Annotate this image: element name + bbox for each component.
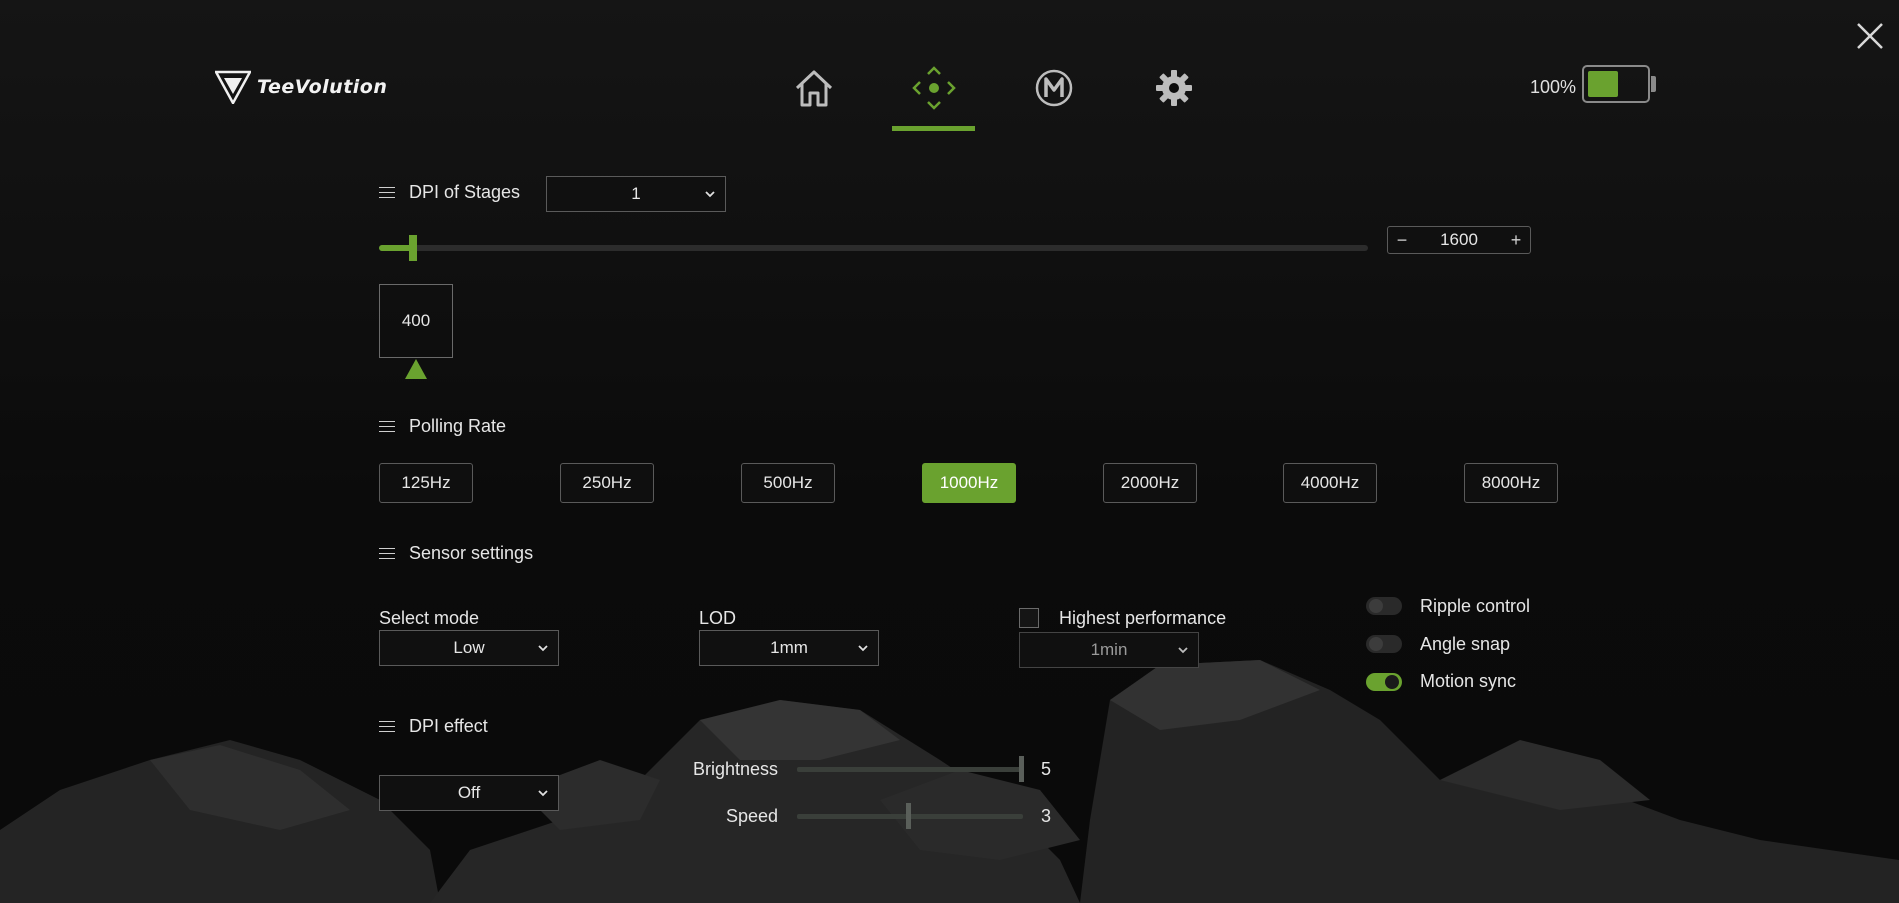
brightness-value: 5 (1041, 759, 1052, 779)
polling-option-8000[interactable]: 8000Hz (1464, 463, 1558, 503)
chevron-down-icon (705, 191, 715, 198)
battery-percent: 100% (1530, 77, 1577, 97)
dpi-effect-select[interactable]: Off (379, 775, 559, 811)
highest-performance-select[interactable]: 1min (1019, 632, 1199, 668)
dpi-slider-fill (379, 245, 413, 251)
polling-option-4000[interactable]: 4000Hz (1283, 463, 1377, 503)
nav-macro[interactable] (1028, 62, 1080, 114)
dpi-stages-value: 1 (631, 184, 641, 203)
speed-label: Speed (726, 806, 779, 826)
list-icon (379, 420, 395, 433)
highest-performance-label: Highest performance (1059, 608, 1227, 628)
angle-snap-label: Angle snap (1420, 634, 1511, 654)
nav-settings[interactable] (1148, 62, 1200, 114)
dpi-value[interactable]: 1600 (1440, 230, 1478, 250)
chevron-down-icon (538, 790, 548, 797)
dpi-decrement-button[interactable]: − (1388, 230, 1416, 251)
dpi-stage-1[interactable]: 400 (379, 284, 453, 358)
dpi-stages-header: DPI of Stages (379, 182, 520, 203)
nav-active-indicator (892, 126, 975, 131)
polling-option-1000[interactable]: 1000Hz (922, 463, 1016, 503)
close-icon[interactable] (1856, 22, 1884, 50)
battery-level-fill (1588, 71, 1618, 97)
battery-cap (1651, 76, 1656, 92)
lod-select[interactable]: 1mm (699, 630, 879, 666)
chevron-down-icon (1178, 647, 1188, 654)
ripple-control-toggle[interactable] (1366, 597, 1402, 615)
list-icon (379, 720, 395, 733)
dpi-effect-title: DPI effect (409, 716, 488, 736)
polling-option-2000[interactable]: 2000Hz (1103, 463, 1197, 503)
dpi-stages-select[interactable]: 1 (546, 176, 726, 212)
polling-title: Polling Rate (409, 416, 507, 436)
sensor-title: Sensor settings (409, 543, 534, 563)
brightness-label: Brightness (693, 759, 779, 779)
dpi-increment-button[interactable]: + (1502, 230, 1530, 251)
polling-option-125[interactable]: 125Hz (379, 463, 473, 503)
mode-select[interactable]: Low (379, 630, 559, 666)
polling-option-250[interactable]: 250Hz (560, 463, 654, 503)
dpi-effect-header: DPI effect (379, 716, 488, 737)
dpi-stepper: − 1600 + (1387, 226, 1531, 254)
stage-indicator-arrow (405, 359, 427, 379)
brightness-slider-track[interactable] (797, 767, 1023, 772)
nav-home[interactable] (788, 62, 840, 114)
chevron-down-icon (858, 645, 868, 652)
lod-label: LOD (699, 608, 737, 628)
brand-logo: TeeVolution (215, 70, 387, 104)
mode-label: Select mode (379, 608, 480, 628)
sensor-header: Sensor settings (379, 543, 533, 564)
dpi-slider-track[interactable] (379, 245, 1368, 251)
logo-emblem-icon (215, 70, 251, 104)
highest-performance-checkbox[interactable] (1019, 608, 1039, 628)
lod-value: 1mm (770, 638, 808, 657)
gear-icon (1156, 70, 1192, 106)
list-icon (379, 186, 395, 199)
motion-sync-toggle[interactable] (1366, 673, 1402, 691)
chevron-down-icon (538, 645, 548, 652)
battery-icon (1582, 65, 1650, 103)
home-icon (795, 70, 833, 107)
polling-option-500[interactable]: 500Hz (741, 463, 835, 503)
dpi-stages-title: DPI of Stages (409, 182, 521, 202)
polling-header: Polling Rate (379, 416, 506, 437)
mode-value: Low (453, 638, 485, 657)
highest-performance-value: 1min (1090, 640, 1128, 659)
angle-snap-toggle[interactable] (1366, 635, 1402, 653)
brand-name: TeeVolution (257, 76, 388, 98)
motion-sync-label: Motion sync (1420, 671, 1517, 691)
list-icon (379, 547, 395, 560)
brightness-slider-thumb[interactable] (1019, 756, 1024, 782)
ripple-control-label: Ripple control (1420, 596, 1531, 616)
nav-dpi[interactable] (908, 62, 960, 114)
dpi-effect-value: Off (457, 783, 481, 802)
speed-value: 3 (1041, 806, 1052, 826)
speed-slider-thumb[interactable] (906, 803, 911, 829)
dpi-slider-thumb[interactable] (409, 235, 417, 261)
macro-m-icon (1035, 69, 1073, 107)
dpi-stage-value: 400 (401, 311, 431, 330)
crosshair-move-icon (912, 66, 956, 110)
